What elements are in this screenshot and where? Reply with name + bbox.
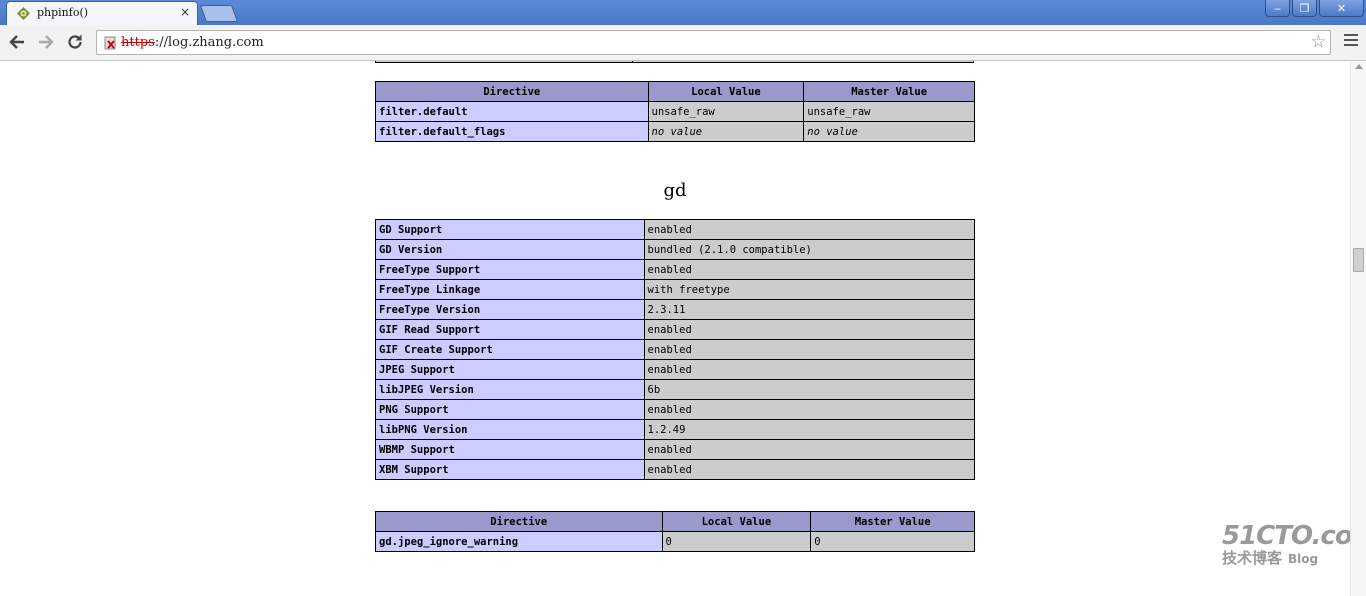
browser-title-bar: phpinfo() × ‒ ❐ ✕ <box>0 0 1366 25</box>
no-value-text: no value <box>807 125 858 138</box>
restore-button[interactable]: ❐ <box>1292 0 1317 17</box>
directive-name: filter.default_flags <box>375 121 649 142</box>
table-row: GD Version bundled (2.1.0 compatible) <box>375 239 976 260</box>
directive-name: gd.jpeg_ignore_warning <box>375 531 663 552</box>
filter-directive-table: Directive Local Value Master Value filte… <box>375 81 975 142</box>
browser-toolbar: https://log.zhang.com ☆ <box>0 25 1366 61</box>
local-value: unsafe_raw <box>647 101 805 122</box>
table-row: gd.jpeg_ignore_warning 0 0 <box>375 531 975 552</box>
watermark-sub-text: 技术博客 <box>1222 549 1283 567</box>
directive-name: libJPEG Version <box>375 379 645 400</box>
php-favicon-icon <box>17 7 30 20</box>
directive-value: enabled <box>643 339 976 360</box>
table-row: filter.default unsafe_raw unsafe_raw <box>375 101 975 122</box>
directive-value: enabled <box>643 459 976 480</box>
tab-close-icon[interactable]: × <box>180 5 190 19</box>
table-header-row: Directive Local Value Master Value <box>375 511 975 532</box>
directive-name: FreeType Linkage <box>375 279 645 300</box>
directive-value: enabled <box>643 219 976 240</box>
browser-tab[interactable]: phpinfo() × <box>6 1 198 25</box>
table-row: GIF Create Support enabled <box>375 339 976 360</box>
url-host: ://log.zhang.com <box>154 35 264 50</box>
directive-name: XBM Support <box>375 459 645 480</box>
broken-lock-icon <box>104 36 116 50</box>
address-bar[interactable]: https://log.zhang.com ☆ <box>96 30 1331 55</box>
directive-value: enabled <box>643 439 976 460</box>
scroll-up-arrow-icon[interactable] <box>1355 64 1363 69</box>
master-value: 0 <box>810 531 975 552</box>
directive-value: enabled <box>643 399 976 420</box>
directive-value: enabled <box>643 319 976 340</box>
minimize-button[interactable]: ‒ <box>1265 0 1290 17</box>
url-scheme: https <box>121 35 155 50</box>
directive-value: 1.2.49 <box>643 419 976 440</box>
master-value: no value <box>803 121 975 142</box>
tab-title: phpinfo() <box>37 6 89 19</box>
bookmark-star-icon[interactable]: ☆ <box>1311 32 1326 52</box>
no-value-text: no value <box>651 125 703 138</box>
directive-header: Directive <box>375 81 649 102</box>
local-value: no value <box>647 121 805 142</box>
local-value-header: Local Value <box>661 511 812 532</box>
url-text: https://log.zhang.com <box>121 35 264 50</box>
vertical-scrollbar[interactable] <box>1350 61 1366 596</box>
directive-value: enabled <box>643 359 976 380</box>
watermark-blog: Blog <box>1288 552 1319 566</box>
gd-directive-table: Directive Local Value Master Value gd.jp… <box>375 511 975 552</box>
directive-name: FreeType Version <box>375 299 645 320</box>
master-value-header: Master Value <box>803 81 975 102</box>
directive-value: bundled (2.1.0 compatible) <box>643 239 976 260</box>
master-value-header: Master Value <box>810 511 975 532</box>
table-row: WBMP Support enabled <box>375 439 976 460</box>
watermark-logo: 51CTO.com 技术博客Blog <box>1222 521 1350 568</box>
table-row: PNG Support enabled <box>375 399 976 420</box>
directive-name: PNG Support <box>375 399 645 420</box>
directive-name: FreeType Support <box>375 259 645 280</box>
directive-value: enabled <box>643 259 976 280</box>
master-value: unsafe_raw <box>803 101 975 122</box>
new-tab-button[interactable] <box>199 5 239 22</box>
table-row: JPEG Support enabled <box>375 359 976 380</box>
browser-menu-icon[interactable] <box>1344 34 1358 49</box>
directive-name: filter.default <box>375 101 649 122</box>
directive-name: GIF Create Support <box>375 339 645 360</box>
table-row: FreeType Linkage with freetype <box>375 279 976 300</box>
table-row: libJPEG Version 6b <box>375 379 976 400</box>
reload-icon[interactable] <box>65 32 85 52</box>
directive-name: GD Version <box>375 239 645 260</box>
table-header-row: Directive Local Value Master Value <box>375 81 975 102</box>
close-window-button[interactable]: ✕ <box>1319 0 1364 17</box>
forward-arrow-icon[interactable] <box>36 32 56 52</box>
table-row: XBM Support enabled <box>375 459 976 480</box>
directive-name: WBMP Support <box>375 439 645 460</box>
window-controls: ‒ ❐ ✕ <box>1263 0 1364 17</box>
directive-value: 2.3.11 <box>643 299 976 320</box>
local-value-header: Local Value <box>647 81 805 102</box>
scroll-thumb[interactable] <box>1353 248 1364 272</box>
table-row: GIF Read Support enabled <box>375 319 976 340</box>
table-row: libPNG Version 1.2.49 <box>375 419 976 440</box>
table-row: FreeType Support enabled <box>375 259 976 280</box>
local-value: 0 <box>661 531 812 552</box>
directive-header: Directive <box>375 511 663 532</box>
directive-value: with freetype <box>643 279 976 300</box>
table-row: filter.default_flags no value no value <box>375 121 975 142</box>
page-content: Directive Local Value Master Value filte… <box>0 61 1350 596</box>
previous-table-edge <box>375 61 974 63</box>
directive-name: GIF Read Support <box>375 319 645 340</box>
directive-name: libPNG Version <box>375 419 645 440</box>
table-row: GD Support enabled <box>375 219 976 240</box>
directive-name: GD Support <box>375 219 645 240</box>
directive-value: 6b <box>643 379 976 400</box>
gd-info-table: GD Support enabled GD Version bundled (2.1.… <box>375 219 976 480</box>
table-row: FreeType Version 2.3.11 <box>375 299 976 320</box>
directive-name: JPEG Support <box>375 359 645 380</box>
back-arrow-icon[interactable] <box>7 32 27 52</box>
gd-section-title: gd <box>663 180 687 201</box>
